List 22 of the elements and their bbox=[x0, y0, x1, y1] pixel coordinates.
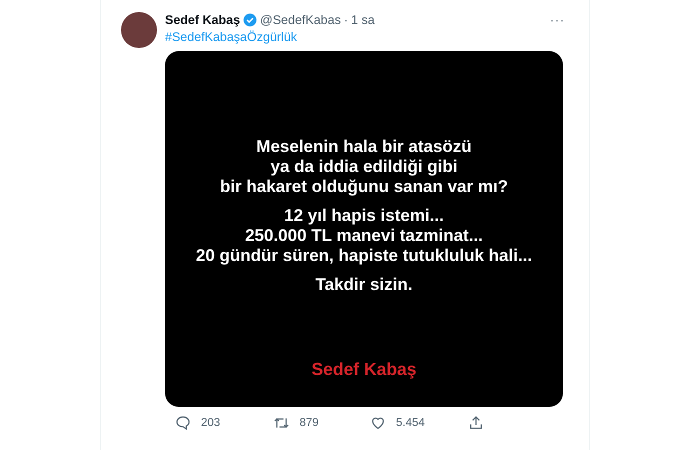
like-count: 5.454 bbox=[396, 417, 425, 429]
timestamp[interactable]: 1 sa bbox=[351, 13, 375, 27]
retweet-icon[interactable] bbox=[272, 415, 290, 431]
handle[interactable]: @SedefKabas bbox=[260, 13, 341, 27]
signature-text: Sedef Kabaş bbox=[311, 359, 417, 379]
image-text-line: 250.000 TL manevi tazminat... bbox=[244, 226, 484, 246]
reply-count: 203 bbox=[201, 417, 220, 429]
image-text-line: 20 gündür süren, hapiste tutukluluk hali... bbox=[196, 246, 532, 266]
image-text-line: Takdir sizin. bbox=[316, 275, 412, 295]
share-icon[interactable] bbox=[468, 415, 484, 431]
image-text-line: Meselenin hala bir atasözü bbox=[255, 137, 473, 157]
image-card[interactable] bbox=[165, 51, 563, 407]
speech-bubble-icon[interactable] bbox=[175, 415, 191, 431]
retweet-count: 879 bbox=[300, 417, 319, 429]
image-text-line: bir hakaret olduğunu sanan var mı? bbox=[220, 177, 508, 197]
image-text-line: 12 yıl hapis istemi... bbox=[283, 206, 445, 226]
separator: · bbox=[344, 13, 348, 27]
more-button[interactable]: ··· bbox=[550, 13, 565, 27]
author-name[interactable]: Sedef Kabaş bbox=[165, 13, 240, 27]
image-text-line: ya da iddia edildiği gibi bbox=[269, 157, 459, 177]
avatar[interactable] bbox=[121, 12, 157, 48]
heart-icon[interactable] bbox=[370, 415, 386, 431]
